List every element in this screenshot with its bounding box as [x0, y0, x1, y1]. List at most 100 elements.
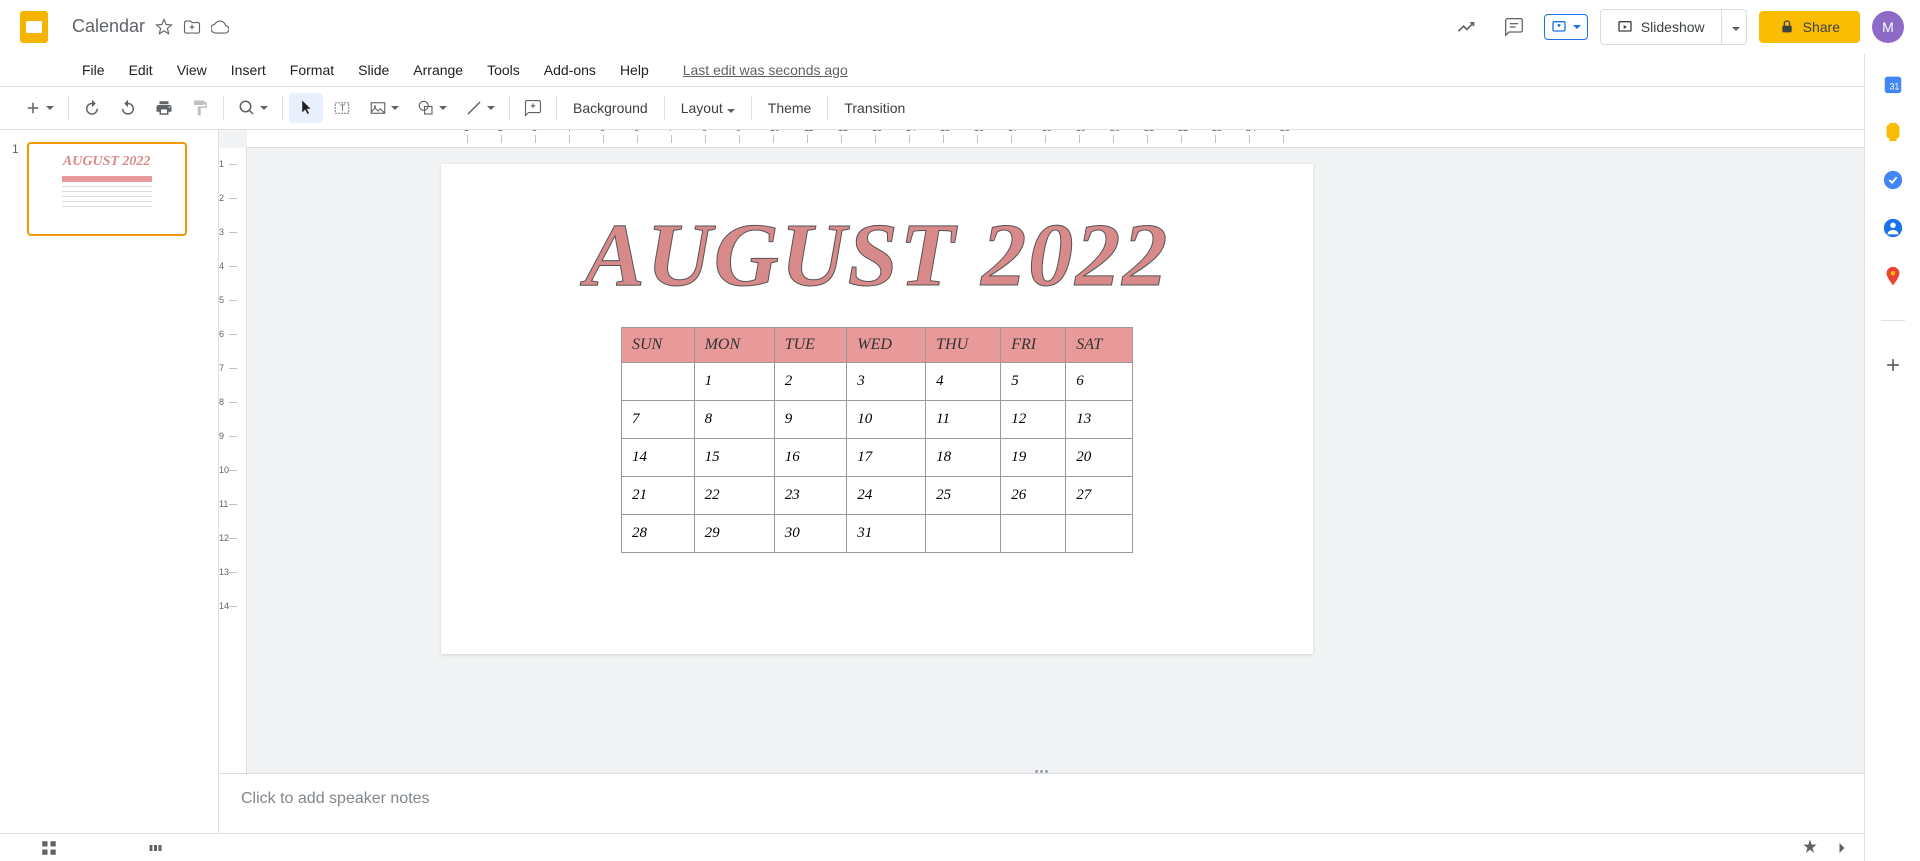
- calendar-cell[interactable]: 22: [694, 477, 774, 515]
- menu-format[interactable]: Format: [280, 58, 344, 82]
- menu-view[interactable]: View: [167, 58, 217, 82]
- calendar-cell[interactable]: 31: [847, 515, 926, 553]
- background-button[interactable]: Background: [563, 94, 658, 122]
- share-button[interactable]: Share: [1759, 11, 1860, 43]
- calendar-table[interactable]: SUNMONTUEWEDTHUFRISAT 123456789101112131…: [621, 327, 1133, 553]
- calendar-cell[interactable]: 18: [926, 439, 1001, 477]
- layout-button[interactable]: Layout: [671, 94, 745, 122]
- menu-help[interactable]: Help: [610, 58, 659, 82]
- notes-resize-grip[interactable]: [1030, 770, 1054, 778]
- activity-icon[interactable]: [1448, 9, 1484, 45]
- add-addon-icon[interactable]: [1881, 353, 1905, 377]
- speaker-notes[interactable]: Click to add speaker notes: [219, 773, 1864, 833]
- zoom-button[interactable]: [230, 93, 276, 123]
- new-slide-button[interactable]: [16, 93, 62, 123]
- calendar-cell[interactable]: 21: [622, 477, 695, 515]
- calendar-cell[interactable]: [1001, 515, 1066, 553]
- calendar-cell[interactable]: 23: [774, 477, 847, 515]
- toolbar: T Background Layout Theme Transition: [0, 86, 1920, 130]
- day-header[interactable]: SUN: [622, 328, 695, 363]
- explore-icon[interactable]: [1800, 838, 1820, 858]
- menu-addons[interactable]: Add-ons: [534, 58, 606, 82]
- select-tool[interactable]: [289, 93, 323, 123]
- slideshow-dropdown[interactable]: [1721, 10, 1746, 44]
- menu-tools[interactable]: Tools: [477, 58, 530, 82]
- keep-addon-icon[interactable]: [1881, 120, 1905, 144]
- filmstrip-view-icon[interactable]: [148, 839, 166, 857]
- calendar-cell[interactable]: 27: [1066, 477, 1133, 515]
- calendar-cell[interactable]: 26: [1001, 477, 1066, 515]
- table-row: 14151617181920: [622, 439, 1133, 477]
- calendar-cell[interactable]: 5: [1001, 363, 1066, 401]
- tasks-addon-icon[interactable]: [1881, 168, 1905, 192]
- calendar-cell[interactable]: 3: [847, 363, 926, 401]
- slideshow-button[interactable]: Slideshow: [1601, 10, 1721, 44]
- calendar-cell[interactable]: 7: [622, 401, 695, 439]
- calendar-cell[interactable]: [622, 363, 695, 401]
- calendar-cell[interactable]: 29: [694, 515, 774, 553]
- slide-title-text[interactable]: AUGUST 2022: [441, 204, 1313, 307]
- shape-tool[interactable]: [409, 93, 455, 123]
- present-to-meeting-button[interactable]: [1544, 14, 1588, 40]
- calendar-cell[interactable]: 9: [774, 401, 847, 439]
- calendar-cell[interactable]: 30: [774, 515, 847, 553]
- calendar-cell[interactable]: 16: [774, 439, 847, 477]
- redo-button[interactable]: [111, 93, 145, 123]
- menu-arrange[interactable]: Arrange: [403, 58, 473, 82]
- day-header[interactable]: MON: [694, 328, 774, 363]
- calendar-cell[interactable]: 12: [1001, 401, 1066, 439]
- calendar-cell[interactable]: 2: [774, 363, 847, 401]
- print-button[interactable]: [147, 93, 181, 123]
- calendar-cell[interactable]: 1: [694, 363, 774, 401]
- comment-tool[interactable]: [516, 93, 550, 123]
- last-edit-link[interactable]: Last edit was seconds ago: [683, 62, 848, 78]
- grid-view-icon[interactable]: [40, 839, 58, 857]
- day-header[interactable]: TUE: [774, 328, 847, 363]
- calendar-cell[interactable]: 20: [1066, 439, 1133, 477]
- calendar-cell[interactable]: [926, 515, 1001, 553]
- calendar-cell[interactable]: 24: [847, 477, 926, 515]
- calendar-addon-icon[interactable]: 31: [1881, 72, 1905, 96]
- move-icon[interactable]: [183, 18, 201, 36]
- menu-edit[interactable]: Edit: [119, 58, 163, 82]
- calendar-cell[interactable]: 25: [926, 477, 1001, 515]
- paint-format-button[interactable]: [183, 93, 217, 123]
- undo-button[interactable]: [75, 93, 109, 123]
- slides-logo[interactable]: [16, 9, 52, 45]
- day-header[interactable]: FRI: [1001, 328, 1066, 363]
- contacts-addon-icon[interactable]: [1881, 216, 1905, 240]
- slide-thumbnail-1[interactable]: AUGUST 2022: [27, 142, 187, 236]
- calendar-cell[interactable]: 28: [622, 515, 695, 553]
- slide-canvas[interactable]: AUGUST 2022 SUNMONTUEWEDTHUFRISAT 123456…: [441, 164, 1313, 654]
- day-header[interactable]: SAT: [1066, 328, 1133, 363]
- menu-file[interactable]: File: [72, 58, 115, 82]
- menu-insert[interactable]: Insert: [221, 58, 276, 82]
- calendar-cell[interactable]: [1066, 515, 1133, 553]
- calendar-cell[interactable]: 19: [1001, 439, 1066, 477]
- day-header[interactable]: WED: [847, 328, 926, 363]
- image-tool[interactable]: [361, 93, 407, 123]
- day-header[interactable]: THU: [926, 328, 1001, 363]
- comments-icon[interactable]: [1496, 9, 1532, 45]
- theme-button[interactable]: Theme: [758, 94, 822, 122]
- menu-slide[interactable]: Slide: [348, 58, 399, 82]
- calendar-cell[interactable]: 4: [926, 363, 1001, 401]
- calendar-cell[interactable]: 15: [694, 439, 774, 477]
- calendar-cell[interactable]: 11: [926, 401, 1001, 439]
- chevron-right-icon[interactable]: [1832, 838, 1852, 858]
- cloud-status-icon[interactable]: [211, 18, 229, 36]
- account-avatar[interactable]: M: [1872, 11, 1904, 43]
- calendar-cell[interactable]: 8: [694, 401, 774, 439]
- document-title[interactable]: Calendar: [72, 16, 145, 37]
- calendar-cell[interactable]: 13: [1066, 401, 1133, 439]
- ruler-tick: 14: [229, 606, 237, 640]
- calendar-cell[interactable]: 10: [847, 401, 926, 439]
- star-icon[interactable]: [155, 18, 173, 36]
- transition-button[interactable]: Transition: [834, 94, 915, 122]
- textbox-tool[interactable]: T: [325, 93, 359, 123]
- calendar-cell[interactable]: 6: [1066, 363, 1133, 401]
- maps-addon-icon[interactable]: [1881, 264, 1905, 288]
- calendar-cell[interactable]: 14: [622, 439, 695, 477]
- line-tool[interactable]: [457, 93, 503, 123]
- calendar-cell[interactable]: 17: [847, 439, 926, 477]
